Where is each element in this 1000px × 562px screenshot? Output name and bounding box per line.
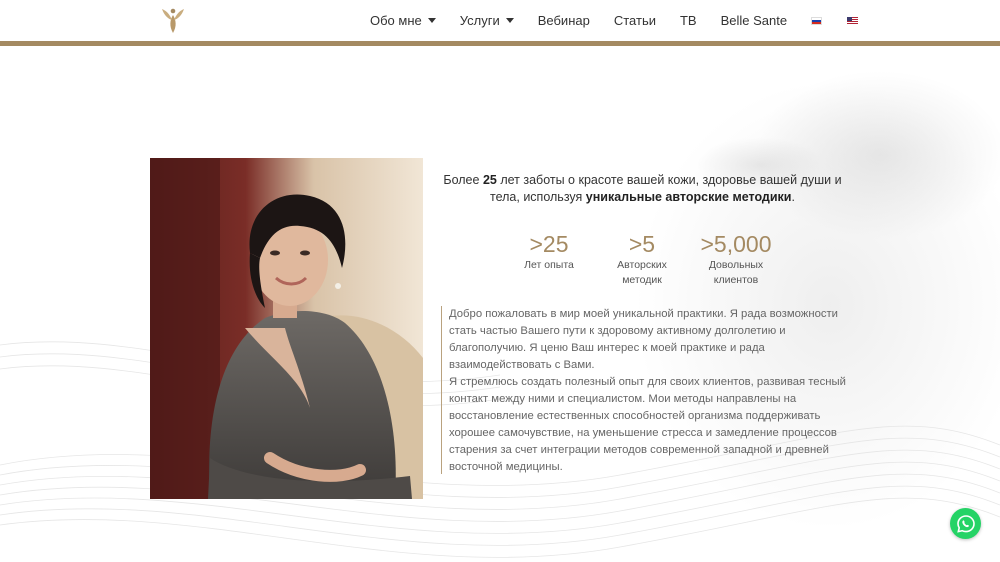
- lotus-figure-logo[interactable]: [160, 6, 186, 34]
- intro-text: Более 25 лет заботы о красоте вашей кожи…: [430, 172, 855, 206]
- stat-value: >5,000: [700, 231, 772, 257]
- nav-item-articles[interactable]: Статьи: [614, 13, 656, 28]
- main-nav: Обо мне Услуги Вебинар Статьи ТВ Belle S…: [370, 0, 883, 41]
- nav-item-label: Статьи: [613, 13, 656, 28]
- description-paragraph: Добро пожаловать в мир моей уникальной п…: [449, 308, 838, 371]
- nav-item-services[interactable]: Услуги: [460, 13, 514, 28]
- whatsapp-icon: [956, 514, 975, 533]
- intro-methods-bold: уникальные авторские методики: [585, 190, 792, 204]
- intro-part: .: [791, 190, 795, 204]
- us-flag-icon[interactable]: [847, 16, 859, 25]
- chevron-down-icon: [427, 18, 436, 23]
- stat-label: Довольных клиентов: [708, 259, 764, 286]
- nav-item-label: Вебинар: [537, 13, 590, 28]
- nav-item-label: Обо мне: [370, 13, 422, 28]
- stats-row: >25 Лет опыта >5 Авторских методик >5,00…: [508, 230, 788, 290]
- stat-clients: >5,000 Довольных клиентов: [692, 230, 780, 288]
- nav-item-about[interactable]: Обо мне: [370, 13, 436, 28]
- stat-methods: >5 Авторских методик: [603, 230, 681, 288]
- intro-years-bold: 25: [482, 173, 497, 187]
- intro-part: Более: [443, 173, 483, 187]
- portrait-photo: [150, 158, 423, 499]
- nav-item-webinar[interactable]: Вебинар: [538, 13, 590, 28]
- background-face-image: [360, 45, 1000, 562]
- ru-flag-icon[interactable]: [811, 16, 823, 25]
- stat-experience: >25 Лет опыта: [508, 230, 590, 273]
- welcome-description: Добро пожаловать в мир моей уникальной п…: [441, 306, 856, 474]
- stat-value: >5: [628, 231, 656, 257]
- nav-item-label: Belle Sante: [720, 13, 788, 28]
- chevron-down-icon: [505, 18, 514, 23]
- stat-value: >25: [529, 231, 569, 257]
- nav-item-tv[interactable]: ТВ: [680, 13, 697, 28]
- stat-label: Авторских методик: [617, 259, 667, 286]
- nav-item-label: Услуги: [459, 13, 500, 28]
- nav-item-label: ТВ: [679, 13, 697, 28]
- stat-label: Лет опыта: [524, 259, 574, 271]
- header-divider: [0, 41, 1000, 46]
- top-navigation-bar: Обо мне Услуги Вебинар Статьи ТВ Belle S…: [0, 0, 1000, 41]
- nav-item-belle-sante[interactable]: Belle Sante: [721, 13, 788, 28]
- description-paragraph: Я стремлюсь создать полезный опыт для св…: [449, 376, 846, 473]
- whatsapp-button[interactable]: [950, 508, 981, 539]
